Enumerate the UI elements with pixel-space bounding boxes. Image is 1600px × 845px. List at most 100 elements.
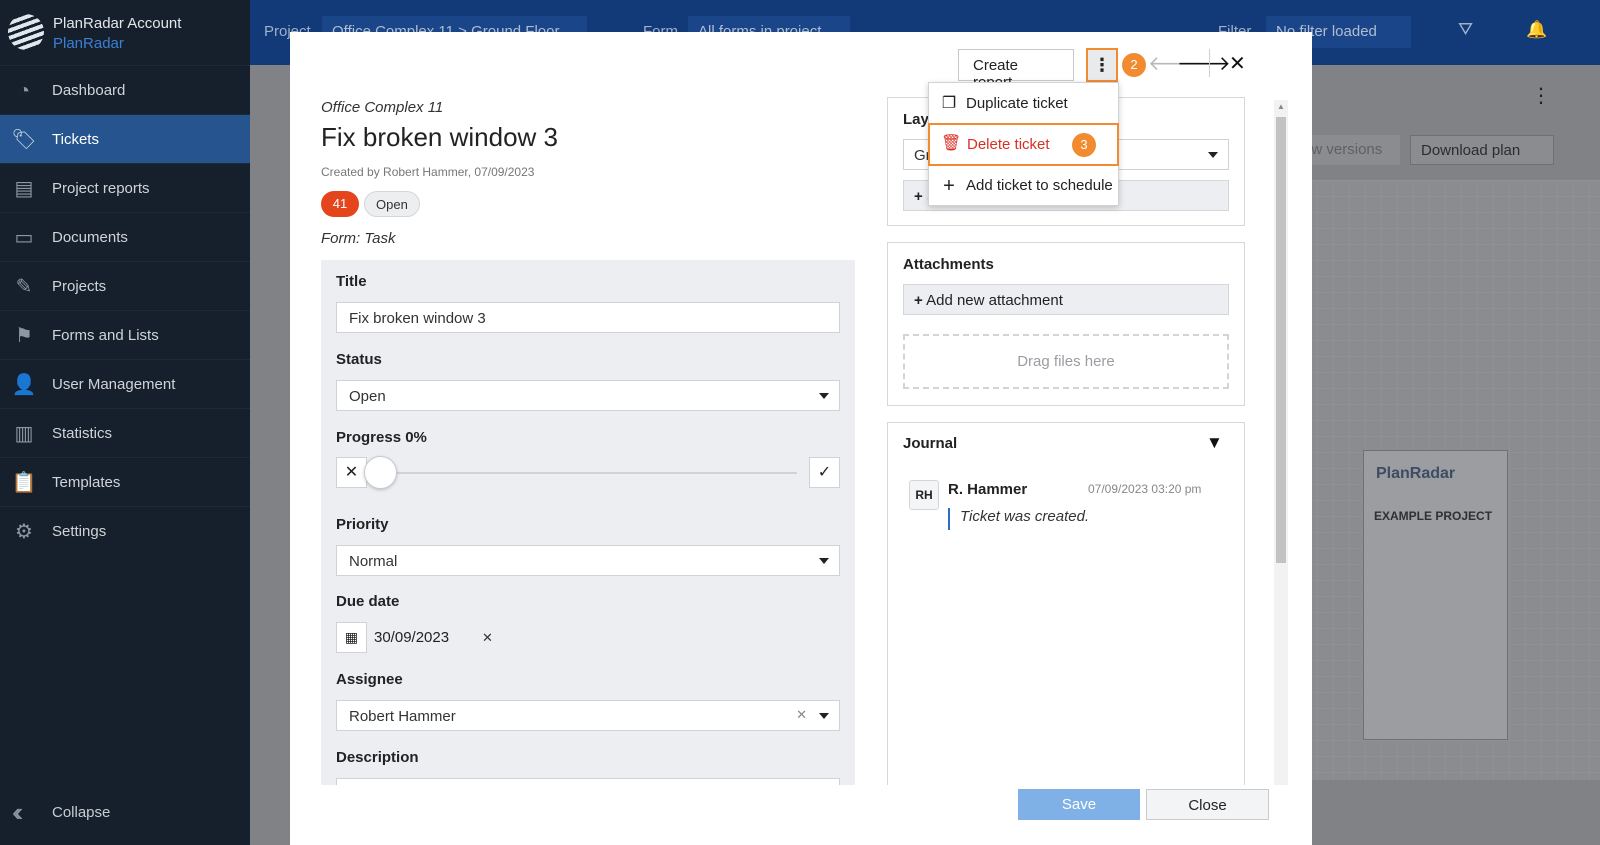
drop-zone[interactable]: Drag files here [903, 334, 1229, 389]
sidebar-item-tickets[interactable]: 🏷 Tickets [0, 114, 250, 163]
description-input[interactable] [336, 778, 840, 785]
delete-ticket-item[interactable]: 🗑 Delete ticket 3 [928, 123, 1119, 166]
report-icon: ▤ [14, 178, 34, 200]
progress-slider-handle[interactable] [364, 456, 397, 489]
add-attachment-button[interactable]: + Add new attachment [903, 284, 1229, 315]
sidebar-item-label: Dashboard [52, 82, 126, 99]
title-label: Title [336, 273, 367, 290]
plus-icon: + [914, 188, 923, 205]
progress-slider-track[interactable] [379, 472, 797, 474]
priority-select[interactable]: Normal [336, 545, 840, 576]
sidebar-item-settings[interactable]: ⚙ Settings [0, 506, 250, 555]
arrow-right-icon[interactable]: 🡒 [1177, 51, 1231, 76]
planradar-logo-icon [8, 14, 44, 50]
caret-down-icon [819, 393, 829, 399]
plus-icon: + [943, 175, 955, 197]
due-date-value[interactable]: 30/09/2023 [374, 629, 449, 646]
sidebar-item-documents[interactable]: ▭ Documents [0, 212, 250, 261]
journal-card: Journal ▼ RH R. Hammer 07/09/2023 03:20 … [887, 422, 1245, 785]
project-name: Office Complex 11 [321, 99, 444, 116]
filter-icon[interactable]: ▼ [1206, 433, 1223, 453]
close-button[interactable]: Close [1146, 789, 1269, 820]
status-badge: Open [364, 191, 420, 217]
add-attachment-label: Add new attachment [926, 292, 1063, 309]
due-date-label: Due date [336, 593, 400, 610]
sidebar-item-label: Project reports [52, 180, 150, 197]
progress-clear-button[interactable]: ✕ [336, 457, 367, 488]
title-input[interactable]: Fix broken window 3 [336, 302, 840, 333]
status-value: Open [349, 388, 386, 405]
collapse-label: Collapse [52, 804, 111, 821]
bar-chart-icon: ▥ [14, 423, 34, 445]
sidebar-item-label: Projects [52, 278, 107, 295]
sidebar-item-statistics[interactable]: ▥ Statistics [0, 408, 250, 457]
journal-author: R. Hammer [948, 481, 1028, 498]
caret-down-icon [819, 558, 829, 564]
plan-project-title: EXAMPLE PROJECT [1374, 509, 1493, 523]
funnel-icon[interactable]: ⛛ [1458, 19, 1473, 40]
progress-complete-button[interactable]: ✓ [809, 457, 840, 488]
menu-item-label: Add ticket to schedule [966, 177, 1113, 194]
modal-scrollbar[interactable]: ▲ [1274, 100, 1288, 785]
copy-icon: ❐ [941, 95, 957, 112]
sidebar-item-label: Statistics [52, 425, 113, 442]
collapse-button[interactable]: ‹‹ Collapse [0, 793, 250, 833]
ticket-form: Title Fix broken window 3 Status Open Pr… [321, 260, 855, 785]
sidebar-item-templates[interactable]: 📋 Templates [0, 457, 250, 506]
journal-timestamp: 07/09/2023 03:20 pm [1088, 482, 1202, 496]
more-options-button[interactable]: ⋮ [1086, 48, 1118, 82]
priority-value: Normal [349, 553, 398, 570]
journal-heading: Journal [903, 435, 958, 452]
scroll-up-icon[interactable]: ▲ [1277, 102, 1285, 111]
status-label: Status [336, 351, 382, 368]
status-select[interactable]: Open [336, 380, 840, 411]
add-to-schedule-item[interactable]: + Add ticket to schedule [929, 166, 1118, 206]
ruler-icon: ✎ [15, 276, 33, 298]
calendar-button[interactable]: ▦ [336, 622, 367, 653]
form-type-label: Form: Task [321, 230, 396, 247]
caret-down-icon [1208, 152, 1218, 158]
plan-title-block: PlanRadar EXAMPLE PROJECT [1363, 450, 1508, 740]
caret-down-icon [819, 713, 829, 719]
attachments-heading: Attachments [903, 256, 994, 273]
calendar-icon: ▦ [344, 629, 359, 645]
more-vertical-icon[interactable]: ⋮ [1531, 83, 1551, 108]
tag-icon: 🏷 [11, 129, 37, 151]
sidebar-item-label: Templates [52, 474, 121, 491]
options-menu: ❐ Duplicate ticket 🗑 Delete ticket 3 + A… [928, 82, 1119, 206]
sidebar: PlanRadar Account PlanRadar ◔ Dashboard … [0, 0, 250, 845]
journal-entry: Ticket was created. [948, 508, 1089, 530]
sidebar-item-label: Documents [52, 229, 128, 246]
priority-label: Priority [336, 516, 389, 533]
organization-name: PlanRadar [53, 35, 124, 52]
download-plan-button[interactable]: Download plan [1410, 135, 1554, 165]
menu-item-label: Delete ticket [967, 136, 1050, 153]
ticket-title: Fix broken window 3 [321, 122, 558, 152]
close-icon[interactable]: ✕ [1229, 51, 1246, 76]
create-report-button[interactable]: Create report [958, 49, 1074, 91]
clear-date-icon[interactable]: ✕ [482, 630, 493, 646]
clipboard-icon: 📋 [11, 472, 37, 494]
sidebar-item-label: Forms and Lists [52, 327, 159, 344]
sidebar-item-user-management[interactable]: 👤 User Management [0, 359, 250, 408]
sidebar-item-projects[interactable]: ✎ Projects [0, 261, 250, 310]
save-button[interactable]: Save [1018, 789, 1140, 820]
account-name: PlanRadar Account [53, 15, 182, 32]
progress-label: Progress 0% [336, 429, 427, 446]
clear-assignee-icon[interactable]: ✕ [796, 707, 807, 723]
sidebar-item-project-reports[interactable]: ▤ Project reports [0, 163, 250, 212]
account-header[interactable]: PlanRadar Account PlanRadar [0, 0, 250, 65]
sidebar-item-dashboard[interactable]: ◔ Dashboard [0, 65, 250, 114]
bell-icon[interactable]: 🔔 [1526, 20, 1547, 40]
duplicate-ticket-item[interactable]: ❐ Duplicate ticket [929, 84, 1118, 124]
dashboard-icon: ◔ [17, 80, 31, 102]
sidebar-item-forms-and-lists[interactable]: ⚑ Forms and Lists [0, 310, 250, 359]
folder-icon: ▭ [14, 227, 34, 249]
assignee-select[interactable]: Robert Hammer ✕ [336, 700, 840, 731]
scrollbar-thumb[interactable] [1276, 117, 1286, 563]
assignee-label: Assignee [336, 671, 403, 688]
created-by: Created by Robert Hammer, 07/09/2023 [321, 165, 535, 179]
floor-plan[interactable]: PlanRadar EXAMPLE PROJECT [1285, 180, 1600, 780]
step-badge: 2 [1122, 53, 1146, 77]
sidebar-item-label: Tickets [52, 131, 99, 148]
